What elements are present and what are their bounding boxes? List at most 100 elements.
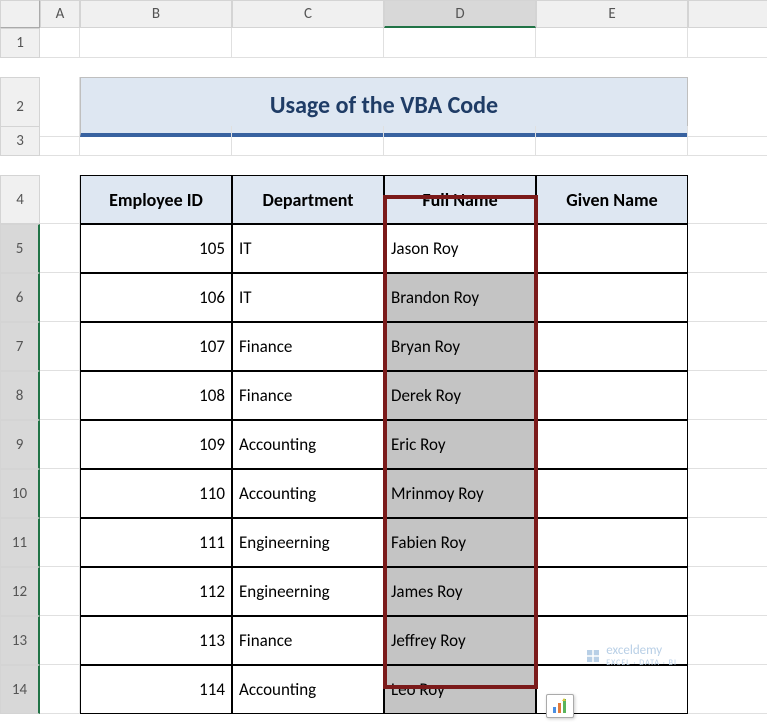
cell-D3[interactable]	[384, 126, 536, 156]
col-C[interactable]: C	[232, 0, 384, 28]
cell-D13[interactable]: Jeffrey Roy	[384, 616, 536, 665]
cell-overflow-6	[688, 273, 767, 322]
row-12-header[interactable]: 12	[0, 567, 40, 616]
cell-overflow-1	[688, 28, 767, 58]
cell-B7[interactable]: 107	[80, 322, 232, 371]
cell-C3[interactable]	[232, 126, 384, 156]
cell-D7[interactable]: Bryan Roy	[384, 322, 536, 371]
row-1-header[interactable]: 1	[0, 28, 40, 58]
cell-E1[interactable]	[536, 28, 688, 58]
cell-A8[interactable]	[40, 371, 80, 420]
col-D[interactable]: D	[384, 0, 536, 28]
cell-C10[interactable]: Accounting	[232, 469, 384, 518]
row-5-header[interactable]: 5	[0, 224, 40, 273]
header-full-name[interactable]: Full Name	[384, 175, 536, 224]
cell-C13[interactable]: Finance	[232, 616, 384, 665]
cell-A1[interactable]	[40, 28, 80, 58]
cell-D5[interactable]: Jason Roy	[384, 224, 536, 273]
cell-A13[interactable]	[40, 616, 80, 665]
cell-D11[interactable]: Fabien Roy	[384, 518, 536, 567]
cell-C7[interactable]: Finance	[232, 322, 384, 371]
cell-D6[interactable]: Brandon Roy	[384, 273, 536, 322]
cell-A4[interactable]	[40, 175, 80, 224]
cell-A11[interactable]	[40, 518, 80, 567]
cell-overflow-4	[688, 175, 767, 224]
cell-overflow-7	[688, 322, 767, 371]
cell-D9[interactable]: Eric Roy	[384, 420, 536, 469]
cell-A10[interactable]	[40, 469, 80, 518]
cell-B10[interactable]: 110	[80, 469, 232, 518]
cell-D12[interactable]: James Roy	[384, 567, 536, 616]
cell-B3[interactable]	[80, 126, 232, 156]
row-6-header[interactable]: 6	[0, 273, 40, 322]
cell-D10[interactable]: Mrinmoy Roy	[384, 469, 536, 518]
cell-A5[interactable]	[40, 224, 80, 273]
cell-E9[interactable]	[536, 420, 688, 469]
cell-overflow-14	[688, 665, 767, 714]
cell-E12[interactable]	[536, 567, 688, 616]
cell-E13[interactable]	[536, 616, 688, 665]
cell-B1[interactable]	[80, 28, 232, 58]
col-E[interactable]: E	[536, 0, 688, 28]
row-4-header[interactable]: 4	[0, 175, 40, 224]
cell-A7[interactable]	[40, 322, 80, 371]
row-11-header[interactable]: 11	[0, 518, 40, 567]
cell-D8[interactable]: Derek Roy	[384, 371, 536, 420]
cell-C8[interactable]: Finance	[232, 371, 384, 420]
cell-A3[interactable]	[40, 126, 80, 156]
sheet-body[interactable]: 1 2 Usage of the VBA Code 3 4 Employee I…	[0, 28, 767, 714]
cell-overflow-11	[688, 518, 767, 567]
row-8-header[interactable]: 8	[0, 371, 40, 420]
cell-D1[interactable]	[384, 28, 536, 58]
cell-E6[interactable]	[536, 273, 688, 322]
cell-overflow-8	[688, 371, 767, 420]
cell-overflow-5	[688, 224, 767, 273]
col-B[interactable]: B	[80, 0, 232, 28]
quick-analysis-button[interactable]	[546, 694, 574, 718]
cell-C6[interactable]: IT	[232, 273, 384, 322]
cell-B12[interactable]: 112	[80, 567, 232, 616]
cell-C9[interactable]: Accounting	[232, 420, 384, 469]
cell-E7[interactable]	[536, 322, 688, 371]
cell-C14[interactable]: Accounting	[232, 665, 384, 714]
cell-B13[interactable]: 113	[80, 616, 232, 665]
row-13-header[interactable]: 13	[0, 616, 40, 665]
cell-D14[interactable]: Leo Roy	[384, 665, 536, 714]
cell-B5[interactable]: 105	[80, 224, 232, 273]
cell-E11[interactable]	[536, 518, 688, 567]
header-department[interactable]: Department	[232, 175, 384, 224]
cell-B8[interactable]: 108	[80, 371, 232, 420]
column-headers: A B C D E	[0, 0, 767, 28]
row-9-header[interactable]: 9	[0, 420, 40, 469]
col-overflow	[688, 0, 767, 28]
cell-A9[interactable]	[40, 420, 80, 469]
cell-overflow-3	[688, 126, 767, 156]
row-3-header[interactable]: 3	[0, 126, 40, 156]
cell-A14[interactable]	[40, 665, 80, 714]
col-A[interactable]: A	[40, 0, 80, 28]
row-10-header[interactable]: 10	[0, 469, 40, 518]
cell-C12[interactable]: Engineerning	[232, 567, 384, 616]
cell-overflow-10	[688, 469, 767, 518]
cell-B9[interactable]: 109	[80, 420, 232, 469]
cell-E8[interactable]	[536, 371, 688, 420]
header-employee-id[interactable]: Employee ID	[80, 175, 232, 224]
cell-A6[interactable]	[40, 273, 80, 322]
header-given-name[interactable]: Given Name	[536, 175, 688, 224]
cell-B14[interactable]: 114	[80, 665, 232, 714]
select-all-corner[interactable]	[0, 0, 40, 28]
row-7-header[interactable]: 7	[0, 322, 40, 371]
row-14-header[interactable]: 14	[0, 665, 40, 714]
cell-E5[interactable]	[536, 224, 688, 273]
cell-B11[interactable]: 111	[80, 518, 232, 567]
cell-overflow-12	[688, 567, 767, 616]
cell-C11[interactable]: Engineerning	[232, 518, 384, 567]
cell-E3[interactable]	[536, 126, 688, 156]
cell-A12[interactable]	[40, 567, 80, 616]
cell-C5[interactable]: IT	[232, 224, 384, 273]
cell-C1[interactable]	[232, 28, 384, 58]
cell-B6[interactable]: 106	[80, 273, 232, 322]
cell-E10[interactable]	[536, 469, 688, 518]
cell-overflow-9	[688, 420, 767, 469]
quick-analysis-icon	[552, 698, 568, 714]
